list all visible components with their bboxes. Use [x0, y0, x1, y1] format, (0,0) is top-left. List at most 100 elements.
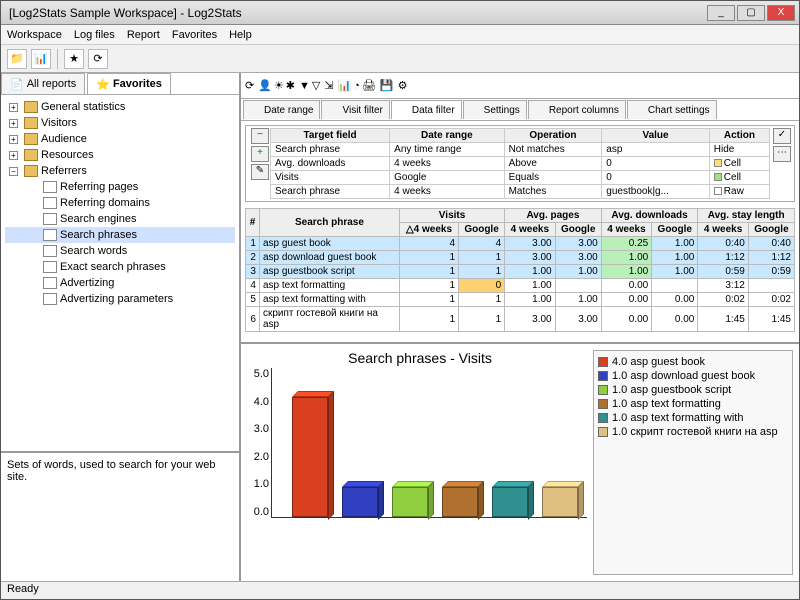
subtab[interactable]: Chart settings [627, 100, 717, 119]
legend-item: 1.0 скрипт гостевой книги на asp [598, 425, 788, 439]
filter-cell[interactable]: Not matches [504, 143, 602, 157]
tool2-save-icon[interactable]: 💾 [380, 79, 394, 92]
chart-bar [292, 397, 328, 517]
data-grid[interactable]: #Search phraseVisitsAvg. pagesAvg. downl… [245, 208, 795, 332]
filter-cell[interactable]: Matches [504, 185, 602, 199]
chart-bar [342, 487, 378, 517]
filter-cell[interactable]: guestbook|g... [602, 185, 710, 199]
filter-panel: − + ✎ Target fieldDate rangeOperationVal… [245, 125, 795, 202]
filter-cell[interactable]: 4 weeks [390, 185, 504, 199]
menu-logfiles[interactable]: Log files [74, 29, 115, 41]
subtab[interactable]: Data filter [391, 100, 462, 119]
legend-item: 1.0 asp text formatting [598, 397, 788, 411]
tool2-gear-icon[interactable]: ⚙ [398, 79, 408, 92]
tab-favorites[interactable]: ⭐Favorites [87, 73, 171, 94]
tab-all-reports[interactable]: 📄All reports [1, 73, 85, 94]
filter-cell[interactable]: Google [390, 171, 504, 185]
filter-cell[interactable]: Visits [271, 171, 390, 185]
report-toolbar: ⟳ 👤 ☀ ✱ ▼ ▽ ⇲ 📊 ◔ 🖨 💾 ⚙ [241, 73, 799, 99]
tool-report-icon[interactable]: 📊 [31, 49, 51, 69]
filter-cell[interactable]: 0 [602, 157, 710, 171]
minimize-button[interactable]: _ [707, 5, 735, 21]
tree-item-referrers[interactable]: − Referrers [5, 163, 235, 179]
tool2-export-icon[interactable]: ⇲ [324, 79, 333, 92]
report-subtabs: Date rangeVisit filterData filterSetting… [241, 99, 799, 121]
legend-item: 1.0 asp guestbook script [598, 383, 788, 397]
filter-cell[interactable]: Search phrase [271, 185, 390, 199]
table-row[interactable]: 6скрипт гостевой книги на asp113.003.000… [246, 307, 795, 332]
tool2-filter-icon[interactable]: ▼ [299, 80, 310, 92]
filter-apply-button[interactable]: ✓ [773, 128, 791, 144]
tree-item[interactable]: + General statistics [5, 99, 235, 115]
tree-subitem[interactable]: Referring domains [5, 195, 235, 211]
table-row[interactable]: 4asp text formatting101.000.003:12 [246, 279, 795, 293]
filter-table: Target fieldDate rangeOperationValueActi… [270, 128, 770, 199]
tree-subitem[interactable]: Advertizing [5, 275, 235, 291]
description-panel: Sets of words, used to search for your w… [1, 451, 239, 581]
legend-item: 1.0 asp text formatting with [598, 411, 788, 425]
table-row[interactable]: 1asp guest book443.003.000.251.000:400:4… [246, 237, 795, 251]
tool2-refresh-icon[interactable]: ⟳ [245, 79, 254, 92]
menu-favorites[interactable]: Favorites [172, 29, 217, 41]
tool2-person-icon[interactable]: 👤 [258, 79, 272, 92]
table-row[interactable]: 2asp download guest book113.003.001.001.… [246, 251, 795, 265]
subtab[interactable]: Visit filter [321, 100, 389, 119]
menubar: Workspace Log files Report Favorites Hel… [1, 25, 799, 45]
tool-star-icon[interactable]: ★ [64, 49, 84, 69]
status-bar: Ready [1, 581, 799, 599]
maximize-button[interactable]: ▢ [737, 5, 765, 21]
tool2-print-icon[interactable]: 🖨 [362, 79, 376, 92]
tree-subitem[interactable]: Search words [5, 243, 235, 259]
app-window: [Log2Stats Sample Workspace] - Log2Stats… [0, 0, 800, 600]
chart-area: Search phrases - Visits 5.04.03.02.01.00… [241, 342, 799, 581]
tree: + General statistics+ Visitors+ Audience… [1, 95, 239, 451]
filter-cell[interactable]: Search phrase [271, 143, 390, 157]
filter-cell[interactable]: Any time range [390, 143, 504, 157]
chart-bar [442, 487, 478, 517]
tree-item[interactable]: + Resources [5, 147, 235, 163]
legend-item: 1.0 asp download guest book [598, 369, 788, 383]
close-button[interactable]: X [767, 5, 795, 21]
tree-subitem[interactable]: Advertizing parameters [5, 291, 235, 307]
legend-item: 4.0 asp guest book [598, 355, 788, 369]
filter-cell[interactable]: Avg. downloads [271, 157, 390, 171]
tool2-sun-icon[interactable]: ☀ [274, 79, 284, 92]
table-row[interactable]: 5asp text formatting with111.001.000.000… [246, 293, 795, 307]
titlebar: [Log2Stats Sample Workspace] - Log2Stats… [1, 1, 799, 25]
filter-cell[interactable]: Cell [709, 171, 769, 185]
menu-workspace[interactable]: Workspace [7, 29, 62, 41]
tree-item[interactable]: + Visitors [5, 115, 235, 131]
filter-remove-button[interactable]: − [251, 128, 269, 144]
tree-subitem[interactable]: Search engines [5, 211, 235, 227]
subtab[interactable]: Report columns [528, 100, 626, 119]
tree-subitem[interactable]: Referring pages [5, 179, 235, 195]
tool-refresh-icon[interactable]: ⟳ [88, 49, 108, 69]
filter-cell[interactable]: 4 weeks [390, 157, 504, 171]
table-row[interactable]: 3asp guestbook script111.001.001.001.000… [246, 265, 795, 279]
filter-edit-button[interactable]: ✎ [251, 164, 269, 180]
filter-options-button[interactable]: ⋯ [773, 146, 791, 162]
filter-cell[interactable]: Equals [504, 171, 602, 185]
menu-report[interactable]: Report [127, 29, 160, 41]
tool2-chart-icon[interactable]: 📊 [338, 79, 352, 92]
filter-cell[interactable]: Hide [709, 143, 769, 157]
left-panel: 📄All reports ⭐Favorites + General statis… [1, 73, 241, 581]
filter-cell[interactable]: asp [602, 143, 710, 157]
tool2-pie-icon[interactable]: ◔ [353, 80, 360, 92]
tool-workspace-icon[interactable]: 📁 [7, 49, 27, 69]
chart-yaxis: 5.04.03.02.01.00.0 [247, 368, 269, 518]
filter-cell[interactable]: 0 [602, 171, 710, 185]
menu-help[interactable]: Help [229, 29, 252, 41]
right-panel: ⟳ 👤 ☀ ✱ ▼ ▽ ⇲ 📊 ◔ 🖨 💾 ⚙ Date rangeVisit … [241, 73, 799, 581]
tree-item[interactable]: + Audience [5, 131, 235, 147]
filter-cell[interactable]: Raw [709, 185, 769, 199]
subtab[interactable]: Date range [243, 100, 320, 119]
tool2-filter2-icon[interactable]: ▽ [312, 79, 320, 92]
filter-cell[interactable]: Above [504, 157, 602, 171]
tool2-bug-icon[interactable]: ✱ [286, 79, 295, 92]
filter-cell[interactable]: Cell [709, 157, 769, 171]
tree-subitem[interactable]: Search phrases [5, 227, 235, 243]
tree-subitem[interactable]: Exact search phrases [5, 259, 235, 275]
subtab[interactable]: Settings [463, 100, 527, 119]
filter-add-button[interactable]: + [251, 146, 269, 162]
